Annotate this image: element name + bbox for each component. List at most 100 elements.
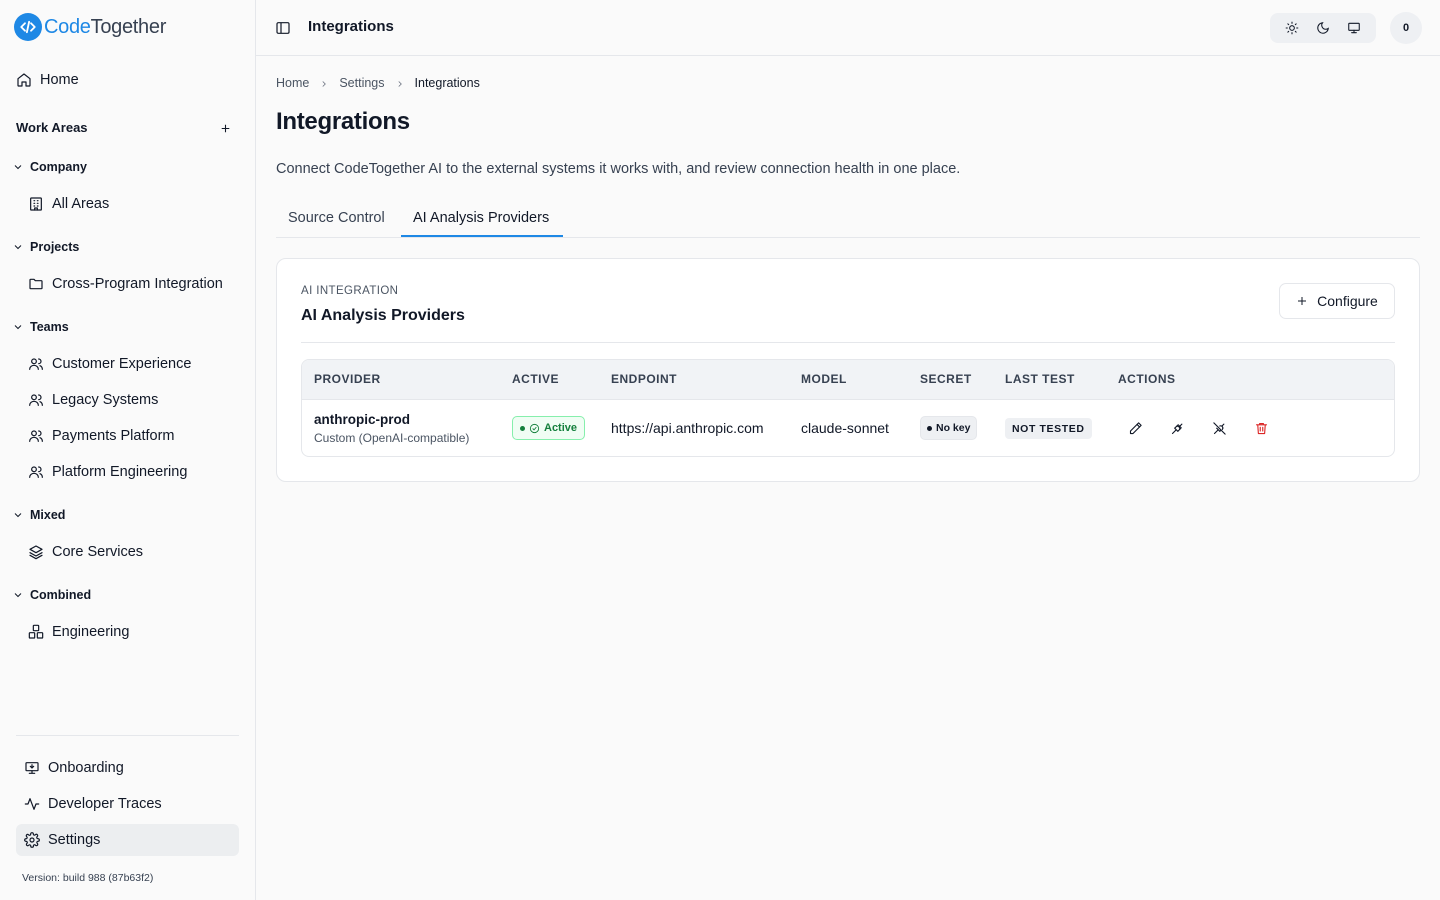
last-test-badge: NOT TESTED	[1005, 418, 1092, 439]
sidebar-item-cross-program-integration[interactable]: Cross-Program Integration	[28, 269, 223, 299]
sidebar-item-home[interactable]: Home	[16, 65, 79, 95]
top-header: Integrations 0	[256, 0, 1440, 56]
code-brackets-icon	[14, 13, 42, 41]
column-header-provider: PROVIDER	[314, 372, 381, 386]
user-avatar[interactable]: 0	[1390, 12, 1422, 44]
breadcrumb-current: Integrations	[414, 76, 480, 90]
providers-table: PROVIDER ACTIVE ENDPOINT MODEL SECRET LA…	[301, 359, 1395, 457]
secret-status-badge: No key	[920, 416, 978, 440]
sidebar-item-label: Core Services	[52, 544, 144, 560]
sidebar-item-developer-traces[interactable]: Developer Traces	[24, 789, 162, 819]
test-connection-button[interactable]	[1167, 418, 1187, 438]
status-dot	[520, 425, 525, 431]
boxes-icon	[28, 624, 44, 639]
sidebar-item-all-areas[interactable]: All Areas	[28, 189, 109, 219]
active-tab-indicator	[401, 235, 563, 237]
sidebar-item-label: Platform Engineering	[52, 464, 188, 480]
users-icon	[29, 358, 43, 370]
chevron-down-icon	[14, 593, 22, 598]
tab-ai-analysis-providers[interactable]: AI Analysis Providers	[413, 210, 549, 226]
column-header-secret: SECRET	[920, 372, 972, 386]
sidebar-item-engineering[interactable]: Engineering	[28, 617, 129, 647]
group-toggle-projects[interactable]: Projects	[12, 240, 79, 254]
sidebar-item-customer-experience[interactable]: Customer Experience	[28, 349, 191, 379]
plug-off-icon	[1212, 421, 1226, 435]
group-toggle-combined[interactable]: Combined	[12, 588, 91, 602]
table-header: PROVIDER ACTIVE ENDPOINT MODEL SECRET LA…	[302, 360, 1394, 400]
sidebar-item-label: Payments Platform	[52, 428, 175, 444]
sidebar-item-label: Home	[40, 72, 79, 88]
active-status-badge: Active	[512, 416, 586, 440]
sidebar-divider	[16, 735, 239, 736]
page-title: Integrations	[276, 108, 410, 135]
sidebar-item-label: Engineering	[52, 624, 130, 640]
group-toggle-mixed[interactable]: Mixed	[12, 508, 65, 522]
users-icon	[29, 430, 43, 442]
sidebar-item-legacy-systems[interactable]: Legacy Systems	[28, 385, 158, 415]
sidebar-item-label: Customer Experience	[52, 356, 192, 372]
moon-icon	[1317, 22, 1329, 34]
group-toggle-teams[interactable]: Teams	[12, 320, 69, 334]
integration-tabs: Source Control AI Analysis Providers	[276, 200, 1420, 238]
sun-icon	[1285, 21, 1299, 35]
monitor-download-icon	[25, 762, 39, 774]
chevron-right-icon	[395, 78, 405, 88]
chevron-right-icon	[319, 78, 329, 88]
sidebar-item-platform-engineering[interactable]: Platform Engineering	[28, 457, 187, 487]
provider-name: anthropic-prod	[314, 412, 410, 427]
system-theme-button[interactable]	[1341, 17, 1367, 39]
model-value: claude-sonnet	[801, 420, 889, 436]
disable-provider-button[interactable]	[1209, 418, 1229, 438]
sidebar-item-core-services[interactable]: Core Services	[28, 537, 143, 567]
card-eyebrow: AI INTEGRATION	[301, 285, 399, 297]
pencil-icon	[1129, 421, 1142, 434]
card-title: AI Analysis Providers	[301, 307, 465, 324]
activity-icon	[24, 798, 40, 810]
light-theme-button[interactable]	[1279, 17, 1305, 39]
column-header-actions: ACTIONS	[1118, 372, 1176, 386]
edit-provider-button[interactable]	[1125, 418, 1145, 438]
chevron-down-icon	[14, 325, 22, 330]
dark-theme-button[interactable]	[1310, 17, 1336, 39]
sidebar-item-label: Legacy Systems	[52, 392, 159, 408]
folder-icon	[29, 278, 43, 290]
configure-button[interactable]: Configure	[1279, 283, 1395, 319]
sidebar-item-label: Onboarding	[48, 760, 124, 776]
delete-provider-button[interactable]	[1251, 418, 1271, 438]
work-areas-heading: Work Areas	[16, 120, 88, 135]
theme-switcher	[1270, 13, 1376, 43]
panel-left-icon	[276, 22, 290, 34]
configure-label: Configure	[1317, 293, 1378, 309]
chevron-down-icon	[14, 513, 22, 518]
logo-text: CodeTogether	[44, 15, 167, 38]
sidebar-toggle-button[interactable]	[275, 20, 291, 36]
plus-icon	[1298, 297, 1307, 305]
column-header-last-test: LAST TEST	[1005, 372, 1075, 386]
breadcrumb-settings[interactable]: Settings	[339, 76, 384, 90]
sidebar-item-label: Cross-Program Integration	[52, 276, 223, 292]
active-status-label: Active	[544, 422, 578, 434]
sidebar-item-settings[interactable]: Settings	[24, 825, 100, 855]
sidebar: CodeTogether Home Work Areas Company All…	[0, 0, 256, 900]
provider-type: Custom (OpenAI-compatible)	[314, 431, 470, 445]
column-header-model: MODEL	[801, 372, 847, 386]
sidebar-item-onboarding[interactable]: Onboarding	[24, 753, 124, 783]
header-title: Integrations	[308, 18, 394, 35]
tab-source-control[interactable]: Source Control	[288, 210, 385, 226]
monitor-icon	[1348, 22, 1361, 34]
add-work-area-button[interactable]	[216, 119, 234, 137]
home-icon	[17, 73, 31, 87]
column-header-active: ACTIVE	[512, 372, 560, 386]
chevron-down-icon	[14, 245, 22, 250]
breadcrumb-home[interactable]: Home	[276, 76, 309, 90]
secret-status-label: No key	[936, 422, 971, 434]
group-toggle-company[interactable]: Company	[12, 160, 87, 174]
status-dot	[927, 425, 932, 431]
plug-icon	[1171, 423, 1182, 434]
app-logo[interactable]: CodeTogether	[14, 13, 166, 41]
chevron-down-icon	[14, 165, 22, 170]
sidebar-item-payments-platform[interactable]: Payments Platform	[28, 421, 175, 451]
users-icon	[29, 466, 43, 478]
users-icon	[29, 394, 43, 406]
sidebar-item-label: All Areas	[52, 196, 110, 212]
